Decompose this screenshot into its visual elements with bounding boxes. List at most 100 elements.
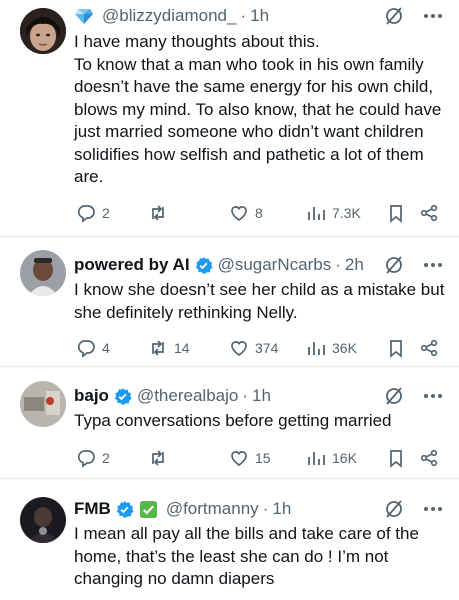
tweet-header: @blizzydiamond_ · 1h	[74, 5, 269, 27]
like-count: 374	[255, 340, 279, 356]
tweet-header: powered by AI @sugarNcarbs · 2h	[74, 254, 364, 276]
reply-icon	[77, 340, 95, 358]
tweet-actions: 2 8 7.3K	[74, 201, 444, 225]
timestamp[interactable]: 1h	[272, 499, 291, 519]
views-button[interactable]: 36K	[306, 336, 357, 360]
tweet-actions: 4 14 374 36K	[74, 336, 444, 360]
reply-count: 4	[102, 340, 110, 356]
reply-button[interactable]: 2	[76, 446, 110, 470]
repost-icon	[152, 450, 164, 466]
like-button[interactable]: 15	[229, 446, 271, 470]
tweet-text: I know she doesn’t see her child as a mi…	[74, 279, 446, 324]
reply-button[interactable]: 2	[76, 201, 110, 225]
author-handle[interactable]: @sugarNcarbs	[218, 255, 332, 275]
reply-button[interactable]: 4	[76, 336, 110, 360]
avatar[interactable]	[20, 497, 66, 543]
views-chart-icon	[308, 452, 325, 465]
repost-button[interactable]: 14	[148, 336, 190, 360]
tweet-text-line: I know she doesn’t see her child as a mi…	[74, 280, 445, 322]
share-icon	[420, 204, 438, 222]
avatar[interactable]	[20, 381, 66, 427]
tweet-actions: 2 15 16K	[74, 446, 444, 470]
like-count: 15	[255, 450, 271, 466]
bookmark-button[interactable]	[386, 201, 406, 225]
author-handle[interactable]: @therealbajo	[137, 386, 238, 406]
share-button[interactable]	[419, 446, 439, 470]
top-icons	[383, 254, 443, 276]
share-button[interactable]	[419, 336, 439, 360]
top-icons	[383, 498, 443, 520]
views-chart-icon	[308, 342, 325, 355]
more-options-icon[interactable]	[423, 386, 443, 406]
heart-icon	[231, 206, 247, 222]
tweet-header: FMB @fortmanny · 1h	[74, 498, 291, 520]
tweet-2[interactable]: powered by AI @sugarNcarbs · 2h I know s…	[0, 237, 459, 367]
tweet-header: bajo @therealbajo · 1h	[74, 385, 271, 407]
author-name[interactable]: FMB	[74, 499, 111, 519]
diamond-emoji-icon	[74, 6, 94, 26]
author-name[interactable]: powered by AI	[74, 255, 190, 275]
tweet-1[interactable]: @blizzydiamond_ · 1h I have many thought…	[0, 0, 459, 237]
verified-badge-icon	[113, 387, 132, 406]
timestamp[interactable]: 1h	[252, 386, 271, 406]
timestamp[interactable]: 2h	[345, 255, 364, 275]
like-count: 8	[255, 205, 263, 221]
grok-icon[interactable]	[383, 498, 405, 520]
timestamp[interactable]: 1h	[250, 6, 269, 26]
more-options-icon[interactable]	[423, 499, 443, 519]
repost-icon	[152, 340, 164, 356]
tweet-text-line: Typa conversations before getting marrie…	[74, 411, 392, 430]
grok-icon[interactable]	[383, 385, 405, 407]
tweet-4[interactable]: FMB @fortmanny · 1h I mean all pay all t…	[0, 479, 459, 600]
tweet-text-line: I have many thoughts about this.	[74, 32, 320, 51]
reply-count: 2	[102, 205, 110, 221]
author-handle[interactable]: @fortmanny	[166, 499, 259, 519]
reply-icon	[77, 205, 95, 223]
view-count: 7.3K	[332, 205, 361, 221]
tweet-text-line: I mean all pay all the bills and take ca…	[74, 524, 419, 588]
separator-dot: ·	[242, 386, 249, 405]
more-options-icon[interactable]	[423, 6, 443, 26]
views-button[interactable]: 7.3K	[306, 201, 361, 225]
repost-icon	[152, 205, 164, 221]
author-name[interactable]: bajo	[74, 386, 109, 406]
like-button[interactable]: 8	[229, 201, 263, 225]
heart-icon	[231, 451, 247, 467]
grok-icon[interactable]	[383, 5, 405, 27]
heart-icon	[231, 341, 247, 357]
bookmark-icon	[390, 205, 402, 223]
repost-button[interactable]	[148, 446, 174, 470]
tweet-text: I have many thoughts about this. To know…	[74, 31, 446, 189]
repost-button[interactable]	[148, 201, 174, 225]
reply-feed: @blizzydiamond_ · 1h I have many thought…	[0, 0, 459, 600]
separator-dot: ·	[262, 499, 269, 518]
bookmark-icon	[390, 340, 402, 358]
avatar[interactable]	[20, 250, 66, 296]
share-button[interactable]	[419, 201, 439, 225]
separator-dot: ·	[240, 6, 247, 25]
separator-dot: ·	[335, 255, 341, 274]
grok-icon[interactable]	[383, 254, 405, 276]
green-check-emoji-icon	[139, 500, 158, 519]
bookmark-button[interactable]	[386, 446, 406, 470]
share-icon	[420, 339, 438, 357]
verified-badge-icon	[115, 500, 134, 519]
top-icons	[383, 5, 443, 27]
author-handle[interactable]: @blizzydiamond_	[102, 6, 236, 26]
views-chart-icon	[308, 207, 325, 220]
more-options-icon[interactable]	[423, 255, 443, 275]
tweet-text: I mean all pay all the bills and take ca…	[74, 523, 446, 591]
tweet-text: Typa conversations before getting marrie…	[74, 410, 446, 433]
reply-count: 2	[102, 450, 110, 466]
bookmark-button[interactable]	[386, 336, 406, 360]
share-icon	[420, 449, 438, 467]
tweet-text-line: To know that a man who took in his own f…	[74, 54, 442, 187]
tweet-3[interactable]: bajo @therealbajo · 1h Typa conversation…	[0, 367, 459, 479]
like-button[interactable]: 374	[229, 336, 278, 360]
avatar[interactable]	[20, 8, 66, 54]
bookmark-icon	[390, 450, 402, 468]
repost-count: 14	[174, 340, 190, 356]
reply-icon	[77, 450, 95, 468]
views-button[interactable]: 16K	[306, 446, 357, 470]
view-count: 16K	[332, 450, 357, 466]
